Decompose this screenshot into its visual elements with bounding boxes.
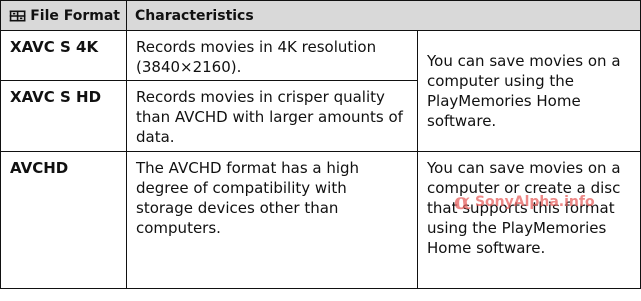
movie-format-icon	[9, 10, 26, 22]
file-format-table: File Format Characteristics XAVC S 4K Re…	[0, 0, 641, 289]
description-cell: Records movies in crisper quality than A…	[126, 80, 418, 152]
header-file-format-label: File Format	[30, 8, 120, 24]
table-row: AVCHD The AVCHD format has a high degree…	[0, 151, 641, 289]
format-cell: XAVC S HD	[0, 80, 127, 152]
header-file-format: File Format	[0, 0, 127, 31]
header-characteristics-label: Characteristics	[135, 8, 254, 24]
format-cell: AVCHD	[0, 151, 127, 289]
save-note-cell: You can save movies on a computer or cre…	[417, 151, 641, 289]
format-cell: XAVC S 4K	[0, 30, 127, 81]
header-characteristics: Characteristics	[126, 0, 641, 31]
description-cell: Records movies in 4K resolution (3840×21…	[126, 30, 418, 81]
description-cell: The AVCHD format has a high degree of co…	[126, 151, 418, 289]
table-row: XAVC S 4K Records movies in 4K resolutio…	[0, 30, 641, 152]
save-note-cell: You can save movies on a computer using …	[417, 30, 641, 152]
